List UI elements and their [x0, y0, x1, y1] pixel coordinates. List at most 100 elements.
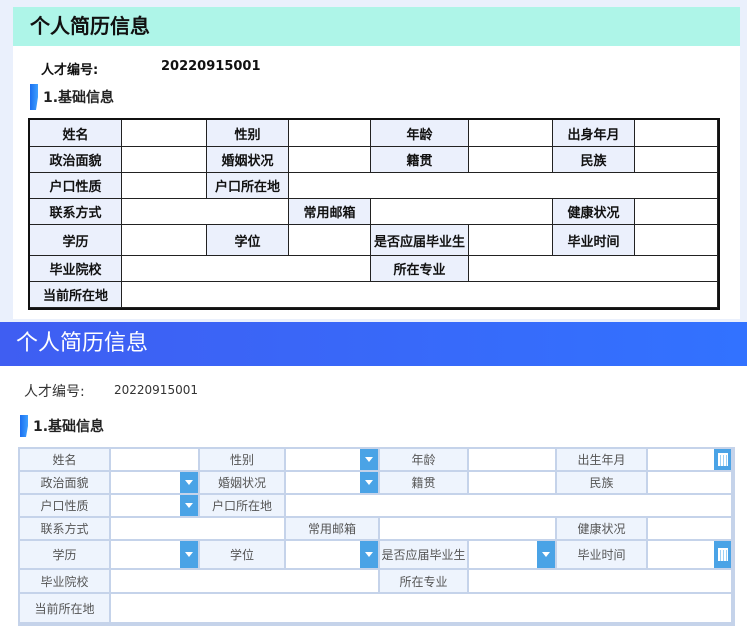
section-marker-icon	[20, 415, 30, 437]
talent-id-value: 20220915001	[114, 383, 198, 397]
chevron-down-icon[interactable]	[180, 495, 198, 516]
label-major: 所在专业	[380, 570, 469, 594]
label-fresh: 是否应届毕业生	[380, 541, 469, 570]
label-email: 常用邮箱	[286, 518, 380, 541]
talent-id-value: 20220915001	[161, 59, 261, 74]
label-contact: 联系方式	[30, 199, 122, 225]
degree-select[interactable]	[286, 541, 380, 570]
name-input[interactable]	[111, 449, 200, 472]
label-age: 年龄	[371, 120, 469, 147]
health-input[interactable]	[648, 518, 733, 541]
native-field[interactable]	[469, 147, 553, 173]
political-select[interactable]	[111, 472, 200, 495]
section-heading: 1.基础信息	[20, 415, 104, 437]
label-name: 姓名	[20, 449, 111, 472]
label-ethnic: 民族	[557, 472, 648, 495]
birth-field[interactable]	[635, 120, 718, 147]
chevron-down-icon[interactable]	[360, 472, 378, 493]
label-school: 毕业院校	[20, 570, 111, 594]
edu-field[interactable]	[122, 225, 207, 256]
label-ethnic: 民族	[553, 147, 635, 173]
location-input[interactable]	[111, 594, 733, 624]
talent-id-label: 人才编号:	[41, 63, 99, 78]
label-location: 当前所在地	[30, 282, 122, 308]
label-native: 籍贯	[380, 472, 469, 495]
hukou-loc-field[interactable]	[289, 173, 718, 199]
school-field[interactable]	[122, 256, 371, 282]
label-degree: 学位	[207, 225, 289, 256]
basic-info-table: 姓名 性别 年龄 出身年月 政治面貌 婚姻状况 籍贯 民族 户口性质 户口所在地…	[28, 118, 720, 310]
label-major: 所在专业	[371, 256, 469, 282]
label-edu: 学历	[30, 225, 122, 256]
label-fresh: 是否应届毕业生	[371, 225, 469, 256]
contact-input[interactable]	[111, 518, 286, 541]
age-field[interactable]	[469, 120, 553, 147]
label-gender: 性别	[207, 120, 289, 147]
gender-field[interactable]	[289, 120, 371, 147]
marital-field[interactable]	[289, 147, 371, 173]
marital-select[interactable]	[286, 472, 380, 495]
age-input[interactable]	[469, 449, 557, 472]
label-degree: 学位	[200, 541, 286, 570]
health-field[interactable]	[635, 199, 718, 225]
label-birth: 出身年月	[553, 120, 635, 147]
political-field[interactable]	[122, 147, 207, 173]
fresh-field[interactable]	[469, 225, 553, 256]
ethnic-field[interactable]	[635, 147, 718, 173]
chevron-down-icon[interactable]	[180, 472, 198, 493]
contact-field[interactable]	[122, 199, 289, 225]
talent-id-label: 人才编号:	[24, 384, 85, 400]
label-edu: 学历	[20, 541, 111, 570]
label-grad-time: 毕业时间	[557, 541, 648, 570]
label-hukou-loc: 户口所在地	[200, 495, 286, 518]
email-field[interactable]	[371, 199, 553, 225]
label-political: 政治面貌	[30, 147, 122, 173]
label-hukou-type: 户口性质	[30, 173, 122, 199]
label-birth: 出生年月	[557, 449, 648, 472]
name-field[interactable]	[122, 120, 207, 147]
label-health: 健康状况	[553, 199, 635, 225]
section-title: 1.基础信息	[43, 90, 115, 106]
label-grad-time: 毕业时间	[553, 225, 635, 256]
hukou-type-select[interactable]	[111, 495, 200, 518]
label-name: 姓名	[30, 120, 122, 147]
grad-time-field[interactable]	[635, 225, 718, 256]
degree-field[interactable]	[289, 225, 371, 256]
email-input[interactable]	[380, 518, 557, 541]
label-health: 健康状况	[557, 518, 648, 541]
edu-select[interactable]	[111, 541, 200, 570]
label-hukou-loc: 户口所在地	[207, 173, 289, 199]
gender-select[interactable]	[286, 449, 380, 472]
chevron-down-icon[interactable]	[537, 541, 555, 568]
calendar-icon[interactable]	[714, 541, 731, 568]
label-marital: 婚姻状况	[200, 472, 286, 495]
native-input[interactable]	[469, 472, 557, 495]
label-marital: 婚姻状况	[207, 147, 289, 173]
major-input[interactable]	[469, 570, 733, 594]
chevron-down-icon[interactable]	[180, 541, 198, 568]
chevron-down-icon[interactable]	[360, 541, 378, 568]
label-political: 政治面貌	[20, 472, 111, 495]
location-field[interactable]	[122, 282, 718, 308]
label-hukou-type: 户口性质	[20, 495, 111, 518]
basic-info-form: 姓名 性别 年龄 出生年月 政治面貌 婚姻状况 籍贯 民族 户口性质 户口所在地…	[18, 447, 735, 626]
section-marker-icon	[30, 84, 40, 110]
panel-title: 个人简历信息	[13, 7, 740, 46]
chevron-down-icon[interactable]	[360, 449, 378, 470]
section-title: 1.基础信息	[33, 419, 105, 435]
school-input[interactable]	[111, 570, 380, 594]
label-age: 年龄	[380, 449, 469, 472]
panel-title: 个人简历信息	[0, 322, 747, 366]
hukou-type-field[interactable]	[122, 173, 207, 199]
fresh-select[interactable]	[469, 541, 557, 570]
label-native: 籍贯	[371, 147, 469, 173]
grad-time-picker[interactable]	[648, 541, 733, 570]
hukou-loc-input[interactable]	[286, 495, 733, 518]
label-contact: 联系方式	[20, 518, 111, 541]
calendar-icon[interactable]	[714, 449, 731, 470]
birth-date-picker[interactable]	[648, 449, 733, 472]
label-email: 常用邮箱	[289, 199, 371, 225]
resume-panel-blue: 个人简历信息 人才编号: 20220915001 1.基础信息 姓名 性别 年龄…	[0, 322, 747, 644]
ethnic-input[interactable]	[648, 472, 733, 495]
major-field[interactable]	[469, 256, 718, 282]
